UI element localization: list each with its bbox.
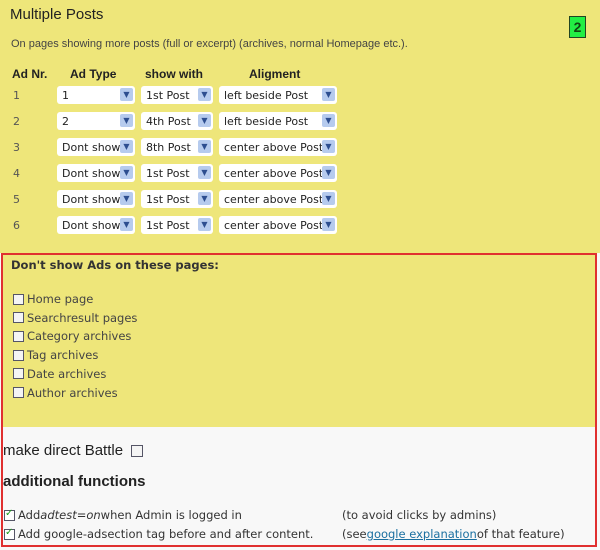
chevron-down-icon: ▼ bbox=[120, 140, 133, 153]
show-with-select[interactable]: 1st Post ▼ bbox=[141, 190, 213, 208]
show-with-select[interactable]: 1st Post ▼ bbox=[141, 86, 213, 104]
chevron-down-icon: ▼ bbox=[322, 88, 335, 101]
exclusion-option: Searchresult pages bbox=[13, 311, 137, 325]
alignment-select[interactable]: center above Post ▼ bbox=[219, 138, 337, 156]
chevron-down-icon: ▼ bbox=[120, 218, 133, 231]
row-number: 6 bbox=[13, 219, 20, 232]
chevron-down-icon: ▼ bbox=[322, 218, 335, 231]
section-badge: 2 bbox=[569, 16, 586, 38]
additional-heading: additional functions bbox=[3, 473, 146, 490]
exclusion-label: Category archives bbox=[27, 329, 132, 344]
alignment-select[interactable]: center above Post ▼ bbox=[219, 164, 337, 182]
header-show-with: show with bbox=[145, 67, 203, 81]
chevron-down-icon: ▼ bbox=[120, 166, 133, 179]
section-description: On pages showing more posts (full or exc… bbox=[11, 38, 408, 50]
adsection-note: (see google explanation of that feature) bbox=[342, 527, 565, 541]
chevron-down-icon: ▼ bbox=[322, 114, 335, 127]
exclusion-label: Author archives bbox=[27, 385, 118, 400]
chevron-down-icon: ▼ bbox=[120, 192, 133, 205]
row-number: 4 bbox=[13, 167, 20, 180]
row-number: 2 bbox=[13, 115, 20, 128]
row-number: 3 bbox=[13, 141, 20, 154]
exclusion-option: Home page bbox=[13, 292, 93, 306]
battle-option: make direct Battle bbox=[3, 442, 146, 459]
exclusion-label: Searchresult pages bbox=[27, 310, 138, 325]
exclusion-option: Tag archives bbox=[13, 348, 98, 362]
exclusion-option: Category archives bbox=[13, 329, 131, 343]
chevron-down-icon: ▼ bbox=[198, 140, 211, 153]
adtest-note: (to avoid clicks by admins) bbox=[342, 508, 497, 522]
battle-label: make direct Battle bbox=[3, 442, 124, 459]
alignment-select[interactable]: left beside Post ▼ bbox=[219, 112, 337, 130]
exclusion-checkbox[interactable] bbox=[13, 312, 24, 324]
chevron-down-icon: ▼ bbox=[322, 166, 335, 179]
option-adsection: Add google-adsection tag before and afte… bbox=[4, 527, 313, 541]
show-with-select[interactable]: 1st Post ▼ bbox=[141, 216, 213, 234]
chevron-down-icon: ▼ bbox=[198, 192, 211, 205]
exclusion-option: Author archives bbox=[13, 386, 118, 400]
chevron-down-icon: ▼ bbox=[120, 88, 133, 101]
show-with-select[interactable]: 4th Post ▼ bbox=[141, 112, 213, 130]
header-alignment: Aligment bbox=[249, 67, 301, 81]
ad-type-select[interactable]: 2 ▼ bbox=[57, 112, 135, 130]
adtest-checkbox[interactable] bbox=[4, 508, 15, 521]
ad-type-select[interactable]: Dont show ▼ bbox=[57, 164, 135, 182]
alignment-select[interactable]: center above Post ▼ bbox=[219, 190, 337, 208]
section-title: Multiple Posts bbox=[10, 6, 104, 23]
alignment-select[interactable]: center above Post ▼ bbox=[219, 216, 337, 234]
chevron-down-icon: ▼ bbox=[198, 218, 211, 231]
adsection-checkbox[interactable] bbox=[4, 527, 15, 540]
exclusion-label: Home page bbox=[27, 292, 94, 306]
chevron-down-icon: ▼ bbox=[198, 88, 211, 101]
ad-type-select[interactable]: 1 ▼ bbox=[57, 86, 135, 104]
chevron-down-icon: ▼ bbox=[198, 114, 211, 127]
show-with-select[interactable]: 1st Post ▼ bbox=[141, 164, 213, 182]
exclusion-label: Date archives bbox=[27, 366, 107, 381]
row-number: 5 bbox=[13, 193, 20, 206]
exclusion-checkbox[interactable] bbox=[13, 387, 24, 398]
exclusion-checkbox[interactable] bbox=[13, 349, 24, 361]
row-number: 1 bbox=[13, 89, 20, 102]
exclusions-heading: Don't show Ads on these pages: bbox=[11, 258, 219, 272]
exclusion-checkbox[interactable] bbox=[13, 330, 24, 342]
show-with-select[interactable]: 8th Post ▼ bbox=[141, 138, 213, 156]
chevron-down-icon: ▼ bbox=[322, 140, 335, 153]
chevron-down-icon: ▼ bbox=[198, 166, 211, 179]
header-ad-nr: Ad Nr. bbox=[12, 67, 48, 81]
battle-checkbox[interactable] bbox=[131, 444, 144, 457]
exclusion-checkbox[interactable] bbox=[13, 368, 24, 380]
alignment-select[interactable]: left beside Post ▼ bbox=[219, 86, 337, 104]
exclusion-label: Tag archives bbox=[27, 348, 99, 363]
header-ad-type: Ad Type bbox=[70, 67, 117, 81]
ad-type-select[interactable]: Dont show ▼ bbox=[57, 190, 135, 208]
exclusion-option: Date archives bbox=[13, 367, 106, 381]
exclusion-checkbox[interactable] bbox=[13, 293, 24, 305]
chevron-down-icon: ▼ bbox=[322, 192, 335, 205]
ad-type-select[interactable]: Dont show ▼ bbox=[57, 138, 135, 156]
google-explanation-link[interactable]: google explanation bbox=[367, 527, 477, 541]
ad-type-select[interactable]: Dont show ▼ bbox=[57, 216, 135, 234]
option-adtest: Add adtest=on when Admin is logged in bbox=[4, 508, 242, 522]
chevron-down-icon: ▼ bbox=[120, 114, 133, 127]
